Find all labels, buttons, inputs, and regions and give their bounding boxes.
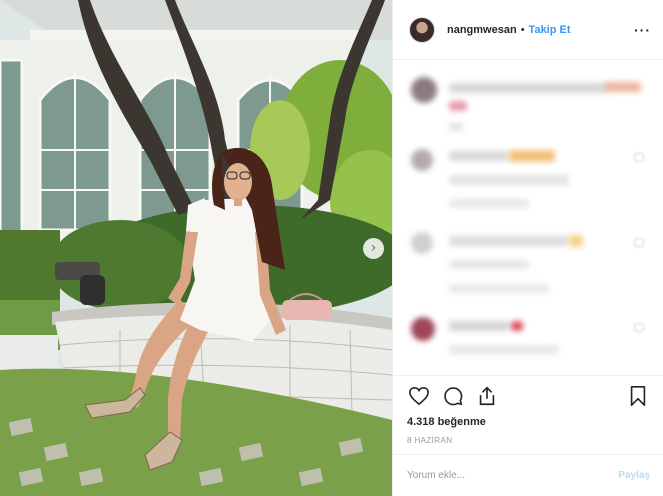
next-photo-button[interactable]: ›: [363, 238, 384, 259]
post-date[interactable]: 8 HAZİRAN: [407, 436, 650, 445]
username-link[interactable]: nangmwesan: [447, 24, 517, 36]
share-icon: [479, 386, 495, 406]
post-photo[interactable]: ›: [0, 0, 392, 496]
likes-count[interactable]: 4.318 beğenme: [407, 416, 650, 428]
avatar: [411, 149, 433, 171]
comment-icon: [444, 387, 463, 406]
save-button[interactable]: [626, 384, 650, 408]
heart-icon[interactable]: [634, 238, 644, 247]
post-actions: 4.318 beğenme 8 HAZİRAN: [393, 375, 663, 445]
separator-dot: •: [520, 23, 525, 36]
chevron-right-icon: ›: [370, 239, 377, 256]
add-comment-bar: Yorum ekle... Paylaş: [393, 454, 663, 496]
avatar: [411, 317, 435, 341]
bookmark-icon: [630, 386, 646, 406]
comment-input[interactable]: Yorum ekle...: [407, 470, 618, 481]
like-button[interactable]: [407, 384, 431, 408]
follow-button[interactable]: Takip Et: [529, 24, 571, 36]
heart-icon: [409, 386, 429, 406]
avatar: [411, 77, 437, 103]
action-icons-row: [407, 384, 650, 408]
heart-icon[interactable]: [634, 323, 644, 332]
share-button[interactable]: [475, 384, 499, 408]
avatar: [411, 232, 433, 254]
comments-list: [393, 61, 663, 375]
avatar[interactable]: [409, 16, 435, 43]
photo-scene: [0, 0, 392, 496]
heart-icon[interactable]: [634, 153, 644, 162]
post-header: nangmwesan • Takip Et ···: [393, 0, 663, 60]
comment-button[interactable]: [441, 384, 465, 408]
more-options-button[interactable]: ···: [634, 22, 651, 38]
post-panel: nangmwesan • Takip Et ··· 4.318 beğenme …: [392, 0, 663, 496]
post-comment-button[interactable]: Paylaş: [618, 470, 650, 481]
